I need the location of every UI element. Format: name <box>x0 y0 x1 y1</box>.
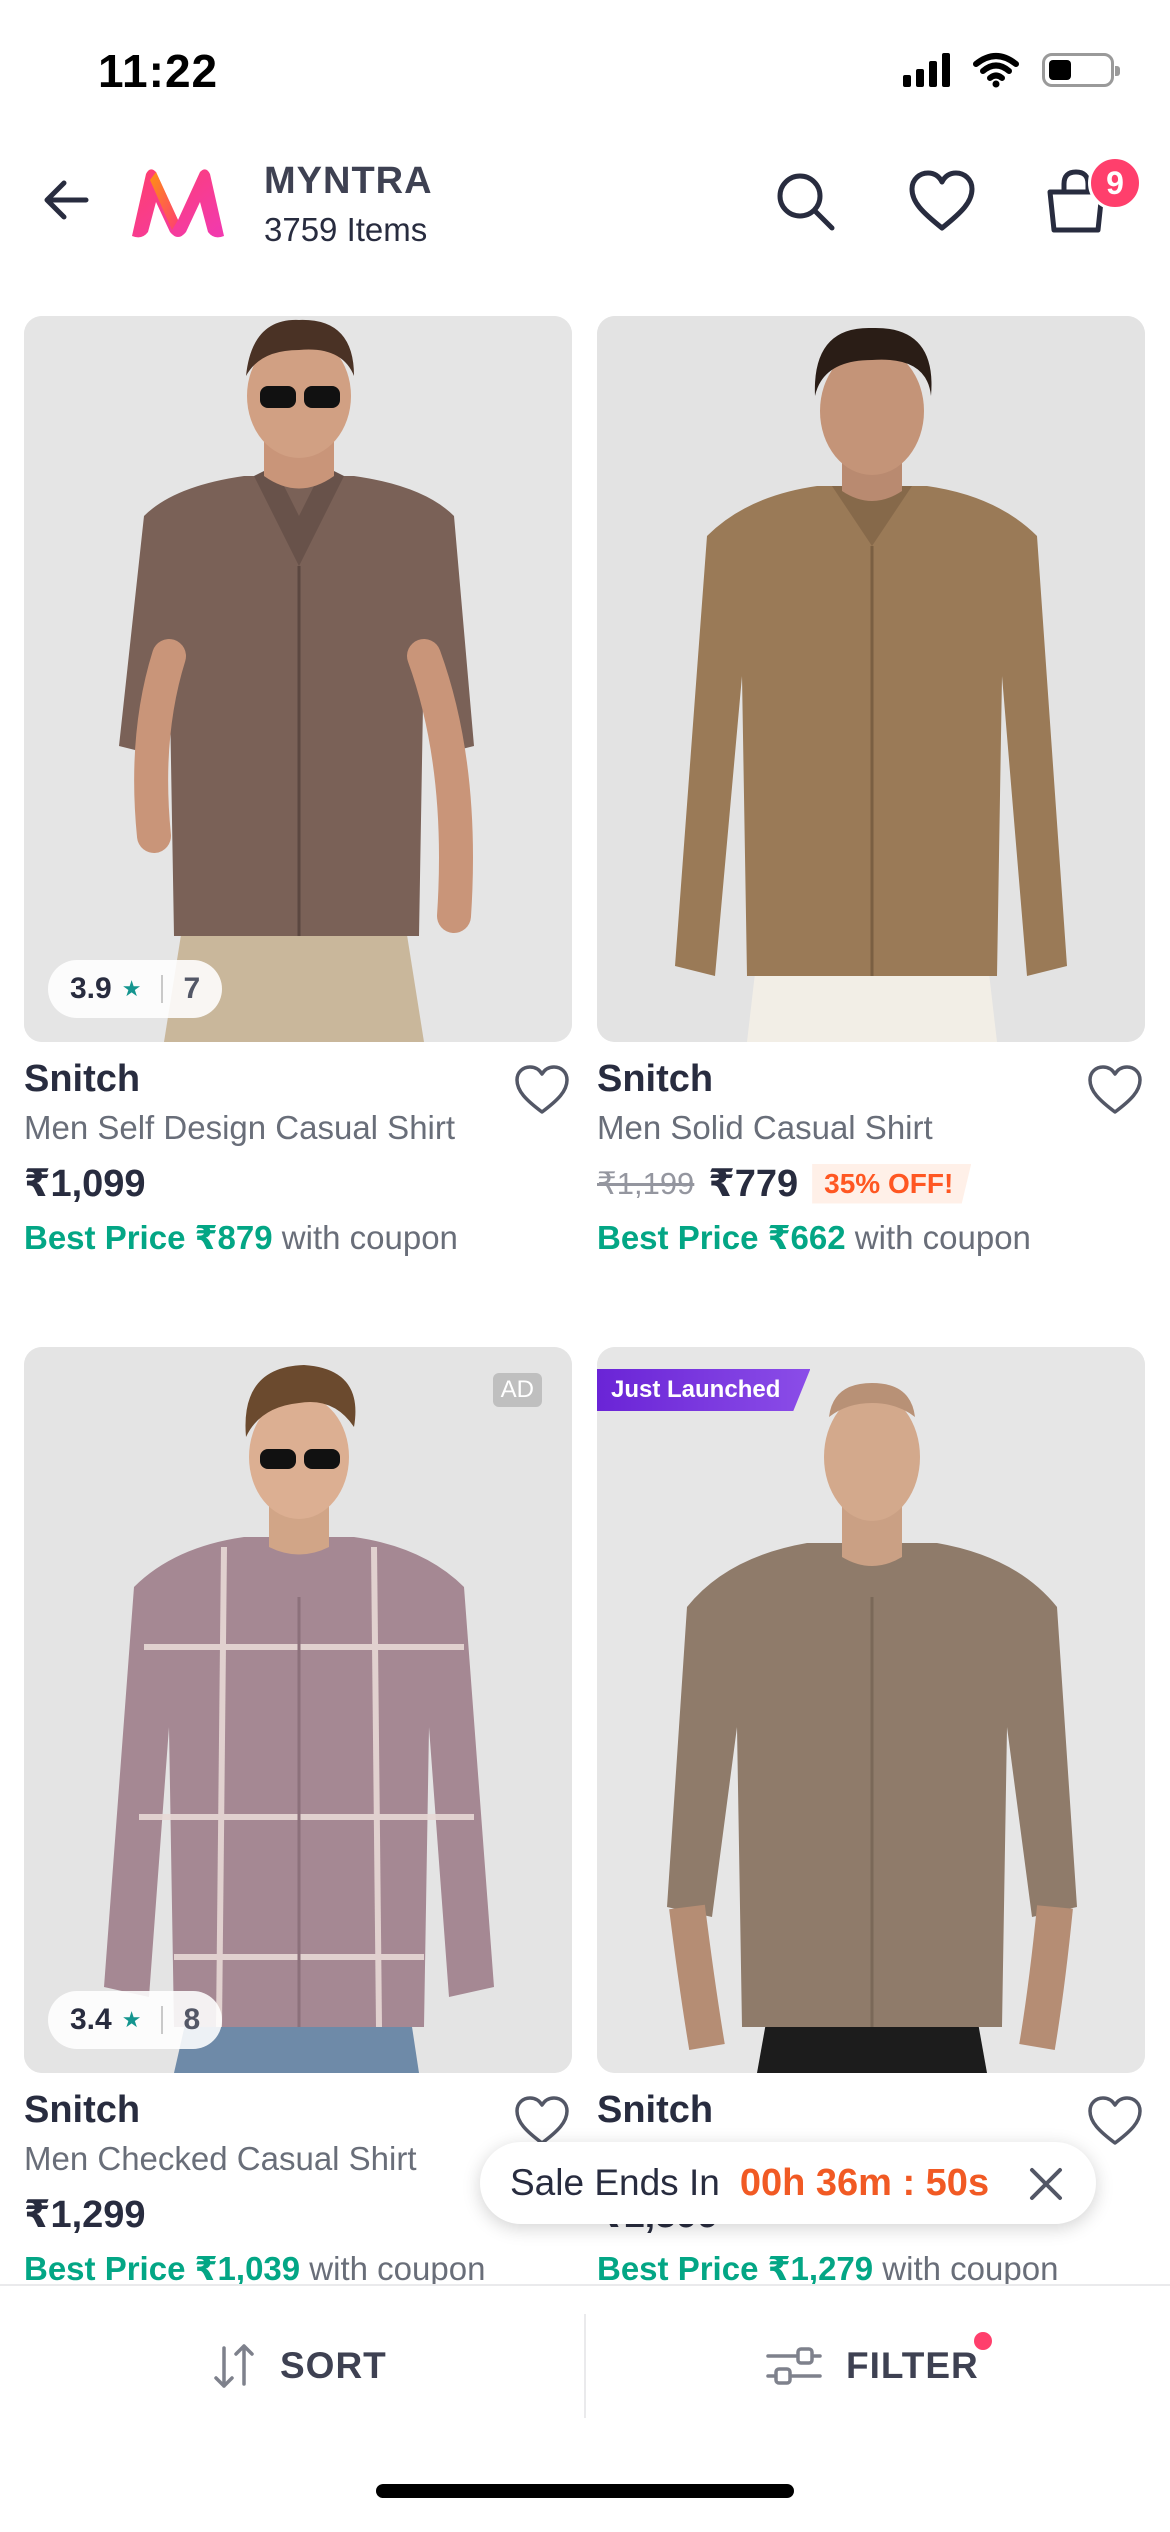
price-row: ₹1,099 <box>24 1161 572 1206</box>
status-time: 11:22 <box>98 45 219 97</box>
wishlist-heart-icon[interactable] <box>512 1060 572 1120</box>
product-image[interactable]: AD 3.4 ★ 8 <box>24 1347 572 2073</box>
star-icon: ★ <box>121 976 142 1001</box>
filter-label: FILTER <box>846 2345 979 2386</box>
rating-divider <box>161 2006 164 2034</box>
product-mrp: ₹1,199 <box>597 1165 695 1201</box>
product-name: Men Solid Casual Shirt <box>597 1109 933 1146</box>
product-photo <box>24 316 572 1042</box>
item-count: 3759 Items <box>264 211 428 248</box>
rating-badge: 3.9 ★ 7 <box>48 960 223 1018</box>
product-card[interactable]: AD 3.4 ★ 8 Snitch Men Checked Casual Shi… <box>24 1347 572 2288</box>
sort-label: SORT <box>280 2345 387 2386</box>
best-price: Best Price ₹1,279 with coupon <box>597 2249 1145 2288</box>
product-brand: Snitch <box>597 1058 714 1100</box>
best-price-label: Best Price ₹1,279 <box>597 2250 874 2287</box>
best-price-suffix: with coupon <box>272 1219 458 1256</box>
filter-active-dot <box>974 2332 992 2350</box>
product-photo <box>597 316 1145 1042</box>
product-card[interactable]: Snitch Men Solid Casual Shirt ₹1,199 ₹77… <box>597 316 1145 1257</box>
bag-count-badge: 9 <box>1088 156 1142 210</box>
best-price-label: Best Price ₹1,039 <box>24 2250 301 2287</box>
myntra-logo[interactable] <box>126 164 230 244</box>
price-row: ₹1,199 ₹779 35% OFF! <box>597 1161 1145 1206</box>
best-price: Best Price ₹1,039 with coupon <box>24 2249 572 2288</box>
product-photo <box>597 1347 1145 2073</box>
product-image[interactable]: Just Launched <box>597 1347 1145 2073</box>
rating-count: 8 <box>183 2003 201 2036</box>
wishlist-heart-icon[interactable] <box>1085 2091 1145 2151</box>
best-price-label: Best Price ₹879 <box>24 1219 273 1256</box>
best-price: Best Price ₹662 with coupon <box>597 1218 1145 1257</box>
product-price: ₹1,099 <box>24 1163 146 1205</box>
star-icon: ★ <box>121 2007 142 2032</box>
close-icon[interactable] <box>1026 2164 1066 2204</box>
bottom-bar-divider <box>584 2314 586 2418</box>
rating-badge: 3.4 ★ 8 <box>48 1991 223 2049</box>
wishlist-heart-icon[interactable] <box>1085 1060 1145 1120</box>
wifi-icon <box>973 53 1019 88</box>
discount-badge: 35% OFF! <box>812 1163 972 1204</box>
wishlist-heart-icon[interactable] <box>906 166 978 238</box>
ad-tag: AD <box>492 1373 542 1407</box>
filter-icon <box>766 2347 822 2385</box>
just-launched-tag: Just Launched <box>597 1369 811 1411</box>
product-image[interactable]: 3.9 ★ 7 <box>24 316 572 1042</box>
product-info: Snitch Men Solid Casual Shirt ₹1,199 ₹77… <box>597 1042 1145 1257</box>
best-price-suffix: with coupon <box>300 2250 486 2287</box>
status-bar: 11:22 <box>0 0 1170 140</box>
rating-value: 3.9 <box>70 972 112 1005</box>
battery-icon <box>1042 53 1120 87</box>
page-title: MYNTRA <box>264 160 433 202</box>
rating-divider <box>161 975 164 1003</box>
search-icon[interactable] <box>770 166 842 238</box>
best-price-suffix: with coupon <box>845 1219 1031 1256</box>
sale-toast[interactable]: Sale Ends In 00h 36m : 50s <box>480 2142 1096 2224</box>
cellular-signal-icon <box>903 53 950 87</box>
product-info: Snitch Men Self Design Casual Shirt ₹1,0… <box>24 1042 572 1257</box>
title-block: MYNTRA 3759 Items <box>264 160 433 249</box>
product-card[interactable]: 3.9 ★ 7 Snitch Men Self Design Casual Sh… <box>24 316 572 1257</box>
product-brand: Snitch <box>24 1058 141 1100</box>
product-brand: Snitch <box>597 2089 714 2131</box>
filter-button[interactable]: FILTER <box>764 2316 979 2416</box>
product-price: ₹1,299 <box>24 2194 146 2236</box>
product-brand: Snitch <box>24 2089 141 2131</box>
sale-timer: 00h 36m : 50s <box>739 2161 990 2204</box>
product-price: ₹779 <box>708 1163 799 1205</box>
header: MYNTRA 3759 Items 9 <box>0 140 1170 270</box>
product-name: Men Self Design Casual Shirt <box>24 1109 456 1146</box>
best-price-suffix: with coupon <box>873 2250 1059 2287</box>
home-indicator[interactable] <box>376 2484 794 2498</box>
product-image[interactable] <box>597 316 1145 1042</box>
sort-button[interactable]: SORT <box>210 2316 387 2416</box>
best-price-label: Best Price ₹662 <box>597 1219 846 1256</box>
product-photo <box>24 1347 572 2073</box>
best-price: Best Price ₹879 with coupon <box>24 1218 572 1257</box>
sort-icon <box>214 2344 254 2388</box>
status-icons <box>903 52 1120 88</box>
rating-value: 3.4 <box>70 2003 112 2036</box>
sale-label: Sale Ends In <box>510 2162 720 2203</box>
rating-count: 7 <box>183 972 201 1005</box>
back-arrow-icon[interactable] <box>36 170 96 230</box>
